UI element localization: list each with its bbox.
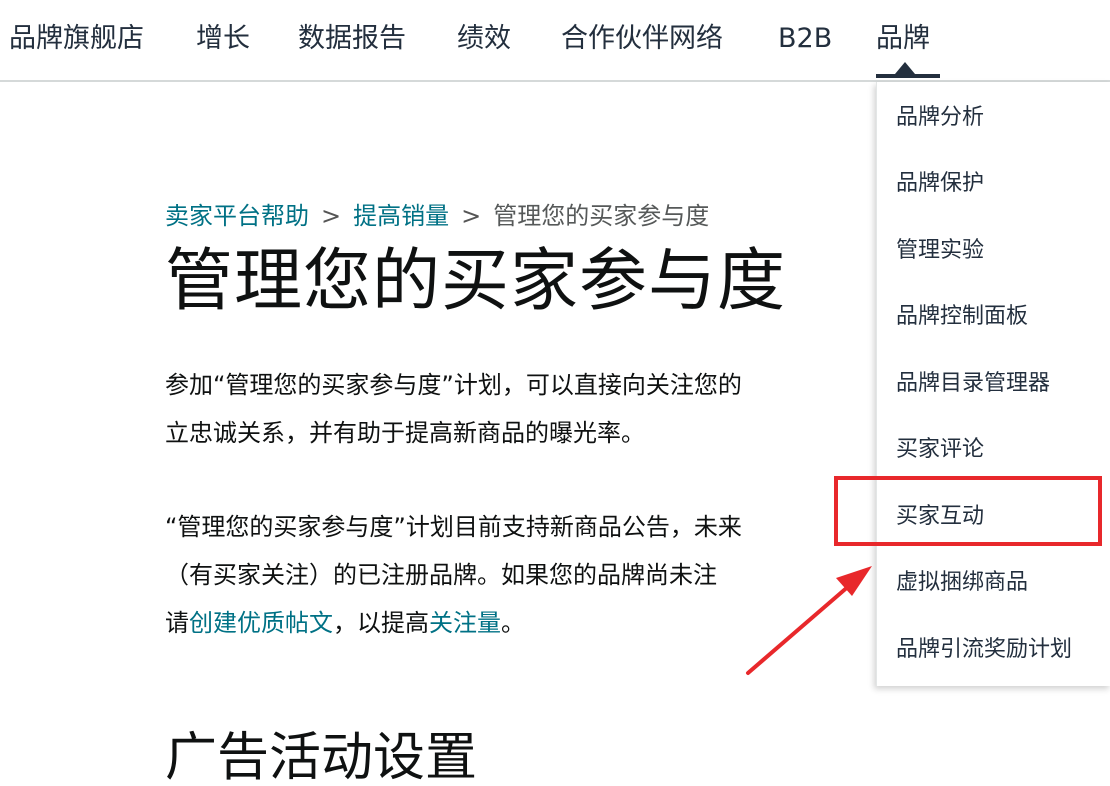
nav-item-partner-network[interactable]: 合作伙伴网络 bbox=[561, 20, 723, 58]
breadcrumb: 卖家平台帮助 > 提高销量 > 管理您的买家参与度 bbox=[165, 198, 709, 234]
intro-paragraph: 参加“管理您的买家参与度”计划，可以直接向关注您的 立忠诚关系，并有助于提高新商… bbox=[165, 361, 885, 457]
breadcrumb-current: 管理您的买家参与度 bbox=[493, 202, 710, 230]
program-line-3-suffix: 。 bbox=[501, 609, 525, 637]
intro-line-2: 立忠诚关系，并有助于提高新商品的曝光率。 bbox=[165, 419, 645, 447]
intro-line-1: 参加“管理您的买家参与度”计划，可以直接向关注您的 bbox=[165, 371, 742, 399]
breadcrumb-separator: > bbox=[321, 202, 342, 230]
nav-item-growth[interactable]: 增长 bbox=[196, 20, 250, 58]
menu-item-virtual-bundles[interactable]: 虚拟捆绑商品 bbox=[896, 567, 1028, 599]
brand-dropdown-menu: 品牌分析 品牌保护 管理实验 品牌控制面板 品牌目录管理器 买家评论 买家互动 … bbox=[876, 82, 1110, 686]
program-line-2: （有买家关注）的已注册品牌。如果您的品牌尚未注 bbox=[165, 561, 717, 589]
nav-item-data-reports[interactable]: 数据报告 bbox=[298, 20, 406, 58]
active-nav-indicator bbox=[876, 74, 940, 78]
program-line-3: 请创建优质帖文，以提高关注量。 bbox=[165, 599, 885, 647]
program-paragraph: “管理您的买家参与度”计划目前支持新商品公告，未来 （有买家关注）的已注册品牌。… bbox=[165, 503, 885, 647]
menu-item-brand-referral-bonus[interactable]: 品牌引流奖励计划 bbox=[896, 634, 1072, 666]
breadcrumb-separator: > bbox=[461, 202, 482, 230]
program-line-3-middle: ，以提高 bbox=[333, 609, 429, 637]
menu-item-manage-experiments[interactable]: 管理实验 bbox=[896, 235, 984, 267]
nav-item-b2b[interactable]: B2B bbox=[778, 20, 832, 58]
menu-item-brand-analytics[interactable]: 品牌分析 bbox=[896, 102, 984, 134]
menu-item-customer-reviews[interactable]: 买家评论 bbox=[896, 434, 984, 466]
nav-item-brand-store[interactable]: 品牌旗舰店 bbox=[9, 20, 144, 58]
nav-item-brand[interactable]: 品牌 bbox=[876, 20, 930, 58]
breadcrumb-link-seller-help[interactable]: 卖家平台帮助 bbox=[165, 202, 309, 230]
dropdown-caret-icon bbox=[895, 62, 915, 74]
follower-count-link[interactable]: 关注量 bbox=[429, 609, 501, 637]
menu-item-brand-protection[interactable]: 品牌保护 bbox=[896, 168, 984, 200]
menu-item-brand-catalog-manager[interactable]: 品牌目录管理器 bbox=[896, 368, 1050, 400]
program-line-1: “管理您的买家参与度”计划目前支持新商品公告，未来 bbox=[165, 513, 742, 541]
highlight-box bbox=[834, 476, 1102, 546]
nav-item-performance[interactable]: 绩效 bbox=[457, 20, 511, 58]
breadcrumb-link-grow-sales[interactable]: 提高销量 bbox=[353, 202, 449, 230]
page-title: 管理您的买家参与度 bbox=[165, 242, 787, 321]
page: 品牌旗舰店 增长 数据报告 绩效 合作伙伴网络 B2B 品牌 卖家平台帮助 > 提高… bbox=[0, 0, 1110, 786]
create-quality-post-link[interactable]: 创建优质帖文 bbox=[189, 609, 333, 637]
menu-item-brand-dashboard[interactable]: 品牌控制面板 bbox=[896, 301, 1028, 333]
section-heading-campaign-setup: 广告活动设置 bbox=[165, 728, 478, 786]
program-line-3-prefix: 请 bbox=[165, 609, 189, 637]
top-navigation: 品牌旗舰店 增长 数据报告 绩效 合作伙伴网络 B2B 品牌 bbox=[0, 0, 1110, 82]
